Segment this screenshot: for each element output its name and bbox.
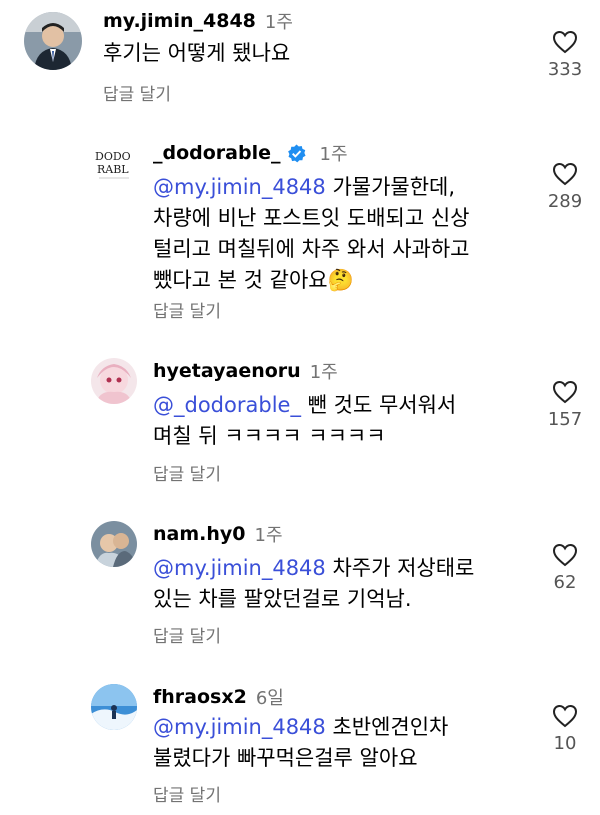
heart-icon[interactable]: [552, 380, 578, 404]
mention-link[interactable]: @my.jimin_4848: [153, 556, 326, 580]
reply-text-line-1: @_dodorable_ 뺀 것도 무서워서: [153, 390, 456, 421]
like-area: 333: [535, 30, 595, 80]
verified-badge-icon: [287, 143, 306, 162]
avatar[interactable]: [91, 684, 137, 730]
avatar[interactable]: DODO RABL: [91, 140, 137, 186]
reply-fhraosx2: fhraosx2 6일 @my.jimin_4848 초반엔견인차 불렸다가 빠…: [0, 678, 600, 815]
heart-icon[interactable]: [552, 704, 578, 728]
svg-text:RABL: RABL: [97, 163, 129, 176]
reply-text-line-2: 있는 차를 팔았던걸로 기억남.: [153, 587, 412, 611]
mention-link[interactable]: @_dodorable_: [153, 393, 301, 417]
reply-text: 가물가물한데,: [325, 175, 456, 199]
username[interactable]: fhraosx2: [153, 686, 247, 708]
avatar-photo-icon: [91, 521, 137, 567]
reply-text-line-3: 털리고 며칠뒤에 차주 와서 사과하고: [153, 237, 470, 261]
reply-header: hyetayaenoru 1주: [153, 358, 338, 384]
like-area: 62: [535, 543, 595, 593]
reply-text: 차주가 저상태로: [325, 556, 475, 580]
reply-text-line-2: 차량에 비난 포스트잇 도배되고 신상: [153, 206, 470, 230]
heart-icon[interactable]: [552, 162, 578, 186]
heart-icon[interactable]: [552, 543, 578, 567]
username[interactable]: hyetayaenoru: [153, 360, 301, 382]
reply-button[interactable]: 답글 달기: [153, 622, 221, 647]
reply-header: nam.hy0 1주: [153, 521, 283, 547]
avatar-photo-icon: [24, 12, 82, 70]
timestamp: 1주: [254, 525, 283, 546]
comment-my-jimin: my.jimin_4848 1주 후기는 어떻게 됐나요 답글 달기 333: [0, 0, 600, 120]
reply-text-line-2: 불렸다가 빠꾸먹은걸루 알아요: [153, 746, 418, 770]
reply-text-line-1: @my.jimin_4848 가물가물한데,: [153, 172, 455, 203]
comment-header: my.jimin_4848 1주: [103, 8, 293, 34]
avatar[interactable]: [91, 521, 137, 567]
timestamp: 6일: [255, 688, 284, 709]
username[interactable]: _dodorable_: [153, 142, 281, 164]
reply-button[interactable]: 답글 달기: [153, 297, 221, 322]
like-area: 157: [535, 380, 595, 430]
comment-text: 후기는 어떻게 됐나요: [103, 41, 291, 65]
reply-text-line-1: @my.jimin_4848 초반엔견인차: [153, 712, 448, 743]
like-area: 10: [535, 704, 595, 754]
avatar[interactable]: [91, 358, 137, 404]
reply-hyetayaenoru: hyetayaenoru 1주 @_dodorable_ 뺀 것도 무서워서 며…: [0, 350, 600, 490]
username[interactable]: nam.hy0: [153, 523, 246, 545]
reply-text: 뺀 것도 무서워서: [300, 393, 457, 417]
like-area: 289: [535, 162, 595, 212]
reply-button[interactable]: 답글 달기: [103, 80, 171, 105]
avatar[interactable]: [24, 12, 82, 70]
like-count: 10: [553, 733, 577, 754]
reply-header: _dodorable_ 1주: [153, 140, 348, 166]
avatar-photo-icon: [91, 684, 137, 730]
mention-link[interactable]: @my.jimin_4848: [153, 175, 326, 199]
timestamp: 1주: [319, 144, 348, 165]
reply-text-line-2: 며칠 뒤 ㅋㅋㅋㅋ ㅋㅋㅋㅋ: [153, 424, 386, 448]
reply-text: 초반엔견인차: [325, 715, 449, 739]
brand-logo-icon: DODO RABL: [91, 140, 137, 186]
reply-header: fhraosx2 6일: [153, 684, 284, 710]
like-count: 289: [547, 191, 583, 212]
timestamp: 1주: [264, 12, 293, 33]
reply-dodorable: DODO RABL _dodorable_ 1주 @my.jimin_4848 …: [0, 130, 600, 330]
reply-text-line-1: @my.jimin_4848 차주가 저상태로: [153, 553, 474, 584]
reply-button[interactable]: 답글 달기: [153, 460, 221, 485]
avatar-photo-icon: [91, 358, 137, 404]
timestamp: 1주: [309, 362, 338, 383]
like-count: 157: [547, 409, 583, 430]
reply-button[interactable]: 답글 달기: [153, 781, 221, 806]
reply-nam-hy0: nam.hy0 1주 @my.jimin_4848 차주가 저상태로 있는 차를…: [0, 515, 600, 655]
mention-link[interactable]: @my.jimin_4848: [153, 715, 326, 739]
username[interactable]: my.jimin_4848: [103, 10, 256, 32]
like-count: 62: [553, 572, 577, 593]
like-count: 333: [547, 59, 583, 80]
reply-text-line-4: 뺐다고 본 것 같아요🤔: [153, 268, 354, 292]
svg-text:DODO: DODO: [95, 150, 131, 163]
heart-icon[interactable]: [552, 30, 578, 54]
